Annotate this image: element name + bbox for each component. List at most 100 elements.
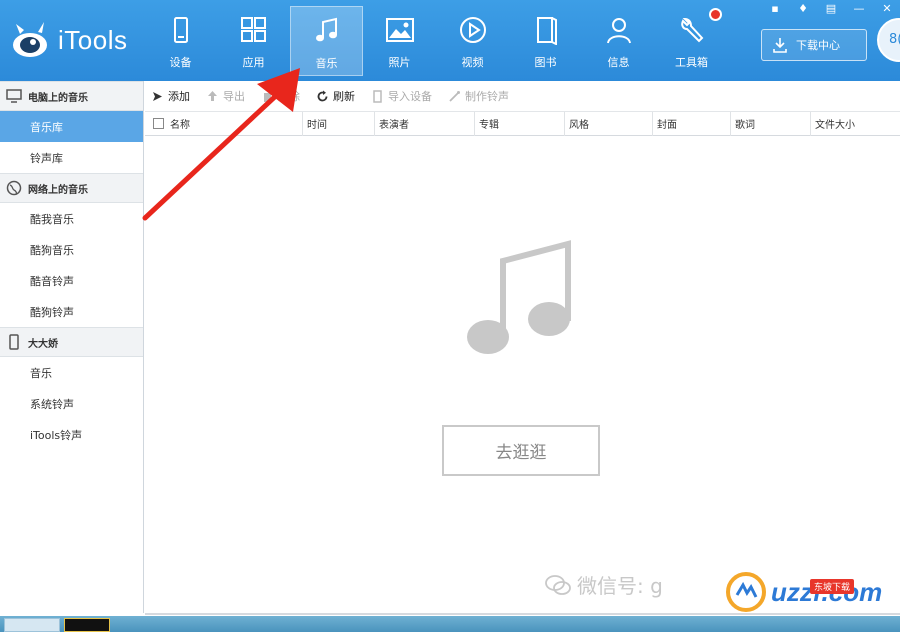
column-genre[interactable]: 风格 — [565, 111, 653, 136]
app-logo: iTools — [10, 20, 127, 60]
column-file-size[interactable]: 文件大小 — [811, 112, 900, 136]
site-watermark: uzzf.com — [725, 571, 882, 613]
column-lyrics[interactable]: 歌词 — [731, 111, 811, 136]
avatar[interactable]: 8( — [877, 18, 900, 62]
play-icon — [459, 17, 486, 43]
sidebar-item-music-library[interactable]: 音乐库 — [0, 111, 143, 142]
monitor-icon — [6, 89, 22, 103]
column-cover[interactable]: 封面 — [653, 111, 731, 136]
wechat-icon — [545, 574, 571, 595]
nav-info[interactable]: 信息 — [582, 6, 655, 76]
sidebar-item-kugou-music[interactable]: 酷狗音乐 — [0, 234, 143, 265]
make-ringtone-button[interactable]: 制作铃声 — [448, 88, 509, 104]
import-device-button[interactable]: 导入设备 — [371, 88, 432, 104]
nav-photos-label: 照片 — [388, 56, 411, 69]
nav-apps[interactable]: 应用 — [217, 6, 290, 76]
sidebar-item-itools-ringtone[interactable]: iTools铃声 — [0, 419, 143, 450]
sidebar-group-label: 电脑上的音乐 — [28, 92, 88, 104]
column-label: 表演者 — [379, 120, 409, 131]
delete-label: 删除 — [278, 90, 300, 103]
refresh-button[interactable]: 刷新 — [316, 88, 355, 104]
download-center-label: 下载中心 — [796, 39, 840, 52]
refresh-icon — [317, 90, 328, 101]
sidebar-group-computer-music: 电脑上的音乐 — [0, 81, 143, 111]
sidebar-group-online-music: 网络上的音乐 — [0, 173, 143, 203]
nav-apps-label: 应用 — [242, 56, 265, 69]
site-logo-icon — [726, 572, 766, 612]
taskbar-app-thumbnail[interactable] — [4, 618, 60, 632]
download-center-button[interactable]: 下载中心 — [761, 29, 867, 61]
window-controls: ▪ ♦ ▤ — ✕ — [768, 2, 894, 15]
device-icon — [173, 17, 188, 43]
nav-video[interactable]: 视频 — [436, 6, 509, 76]
column-label: 名称 — [170, 120, 190, 131]
nav-video-label: 视频 — [461, 56, 484, 69]
nav-books[interactable]: 图书 — [509, 6, 582, 76]
minimize-icon[interactable]: — — [852, 2, 866, 15]
feedback-icon[interactable]: ▪ — [768, 2, 782, 15]
column-artist[interactable]: 表演者 — [375, 111, 475, 136]
refresh-label: 刷新 — [333, 90, 355, 103]
music-note-icon — [315, 17, 337, 42]
wechat-text: 微信号: g — [577, 574, 663, 598]
music-list-area: 去逛逛 — [145, 136, 900, 613]
export-button[interactable]: 导出 — [206, 88, 245, 104]
browse-button[interactable]: 去逛逛 — [442, 425, 600, 476]
apps-grid-icon — [240, 17, 266, 42]
export-icon — [208, 90, 217, 101]
column-album[interactable]: 专辑 — [475, 111, 565, 136]
magic-wand-icon — [449, 90, 460, 102]
wechat-watermark: 微信号: g — [545, 570, 663, 599]
os-taskbar — [0, 616, 900, 632]
app-name: iTools — [58, 24, 128, 55]
nav-music[interactable]: 音乐 — [290, 6, 363, 76]
sidebar-item-kuwo-music[interactable]: 酷我音乐 — [0, 203, 143, 234]
add-button[interactable]: 添加 — [151, 88, 190, 104]
main-nav: 设备 应用 音乐 照片 视频 图书 信息 工具箱 — [144, 6, 728, 76]
photo-icon — [385, 18, 414, 42]
phone-icon — [9, 334, 19, 350]
sidebar-item-ringtone-library[interactable]: 铃声库 — [0, 142, 143, 173]
sidebar-item-device-music[interactable]: 音乐 — [0, 357, 143, 388]
nav-device-label: 设备 — [169, 56, 192, 69]
column-label: 封面 — [657, 120, 677, 131]
column-label: 文件大小 — [815, 120, 855, 131]
avatar-text: 8( — [889, 32, 900, 47]
itools-logo-icon — [10, 20, 52, 60]
sidebar-item-kugou-ringtone[interactable]: 酷狗铃声 — [0, 296, 143, 327]
notification-dot — [709, 8, 722, 21]
download-icon — [773, 38, 787, 53]
close-icon[interactable]: ✕ — [880, 2, 894, 15]
skin-icon[interactable]: ♦ — [796, 2, 810, 15]
nav-toolbox-label: 工具箱 — [675, 56, 708, 69]
sidebar-item-kuyin-ringtone[interactable]: 酷音铃声 — [0, 265, 143, 296]
column-name[interactable]: 名称 — [145, 111, 303, 136]
column-label: 风格 — [569, 120, 589, 131]
delete-button[interactable]: 删除 — [261, 88, 300, 104]
add-arrow-icon — [153, 91, 162, 101]
site-badge: 东坡下载 — [810, 579, 855, 594]
nav-device[interactable]: 设备 — [144, 6, 217, 76]
column-time[interactable]: 时间 — [303, 111, 375, 136]
sidebar-group-label: 大大娇 — [28, 338, 58, 350]
select-all-checkbox[interactable] — [153, 118, 164, 129]
column-label: 专辑 — [479, 120, 499, 131]
table-header: 名称 时间 表演者 专辑 风格 封面 歌词 文件大小 — [145, 111, 900, 136]
sidebar-item-system-ringtone[interactable]: 系统铃声 — [0, 388, 143, 419]
top-header: iTools 设备 应用 音乐 照片 视频 图书 信息 工具箱 ▪ ♦ ▤ — … — [0, 0, 900, 81]
sidebar-group-device: 大大娇 — [0, 327, 143, 357]
menu-icon[interactable]: ▤ — [824, 2, 838, 15]
nav-photos[interactable]: 照片 — [363, 6, 436, 76]
column-label: 时间 — [307, 120, 327, 131]
add-label: 添加 — [168, 90, 190, 103]
sidebar-group-label: 网络上的音乐 — [28, 184, 88, 196]
make-ringtone-label: 制作铃声 — [465, 90, 509, 103]
person-icon — [606, 18, 631, 44]
taskbar-app-thumbnail[interactable] — [64, 618, 110, 632]
delete-icon — [264, 92, 271, 102]
status-divider — [145, 613, 900, 615]
nav-info-label: 信息 — [607, 56, 630, 69]
export-label: 导出 — [223, 90, 245, 103]
music-toolbar: 添加 导出 删除 刷新 导入设备 制作铃声 — [145, 81, 900, 112]
sidebar: 电脑上的音乐 音乐库 铃声库 网络上的音乐 酷我音乐 酷狗音乐 酷音铃声 酷狗铃… — [0, 81, 144, 613]
